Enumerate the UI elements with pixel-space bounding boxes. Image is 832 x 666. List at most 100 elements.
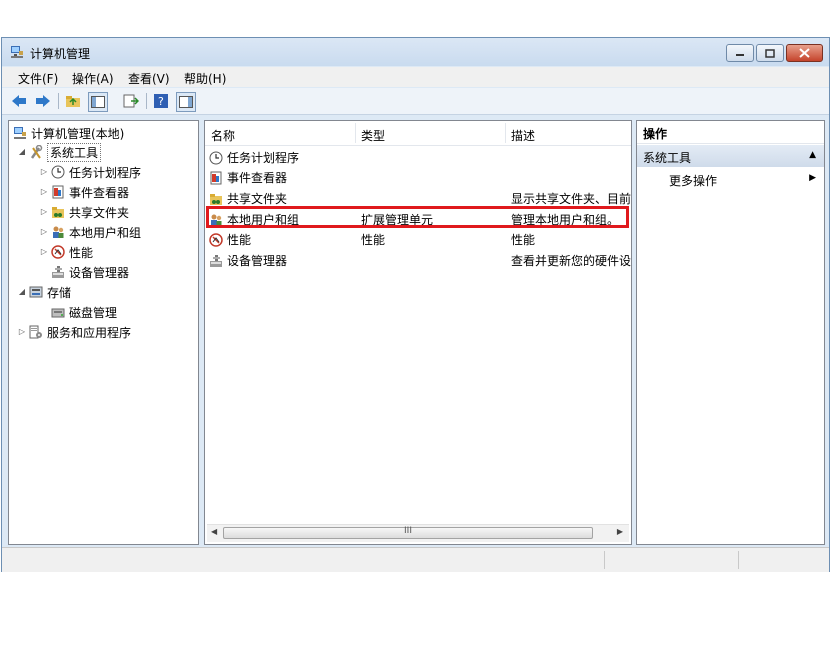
tree-item-device-manager[interactable]: 设备管理器	[51, 263, 129, 281]
scroll-thumb[interactable]: III	[223, 526, 593, 539]
menu-help[interactable]: 帮助(H)	[184, 70, 226, 87]
status-bar	[2, 547, 829, 572]
menu-view[interactable]: 查看(V)	[128, 70, 170, 87]
list-cell-name: 共享文件夹	[209, 190, 287, 207]
list-row[interactable]: 性能 性能 性能	[205, 228, 631, 248]
tree-item-performance[interactable]: ▷ 性能	[39, 243, 93, 261]
collapse-arrow-icon[interactable]: ▲	[809, 150, 816, 160]
list-row[interactable]: 事件查看器	[205, 166, 631, 186]
disk-icon	[51, 305, 65, 319]
actions-section-label: 系统工具	[643, 151, 692, 165]
show-hide-action-pane-icon[interactable]	[176, 92, 196, 112]
tree-item-label: 计算机管理(本地)	[31, 126, 125, 141]
tree-item-services-apps[interactable]: ▷ 服务和应用程序	[17, 323, 131, 341]
menu-bar: 文件(F) 操作(A) 查看(V) 帮助(H)	[2, 67, 829, 87]
actions-section-header[interactable]: 系统工具 ▲	[637, 145, 824, 167]
column-header-description[interactable]: 描述	[511, 127, 535, 144]
list-header: 名称 类型 描述	[205, 121, 631, 146]
tree-item-label: 本地用户和组	[69, 225, 142, 240]
tree-item-shared-folders[interactable]: ▷ 共享文件夹	[39, 203, 129, 221]
highlight-box	[206, 206, 629, 228]
more-actions-label: 更多操作	[669, 174, 718, 188]
tree-item-event-viewer[interactable]: ▷ 事件查看器	[39, 183, 129, 201]
collapsed-triangle-icon[interactable]: ▷	[39, 247, 49, 257]
column-divider[interactable]	[505, 123, 506, 143]
clock-icon	[51, 165, 65, 179]
list-cell-name: 设备管理器	[209, 252, 287, 269]
scroll-right-arrow-icon[interactable]: ▶	[617, 527, 623, 536]
list-cell-name: 事件查看器	[209, 169, 287, 186]
minimize-button[interactable]	[726, 44, 754, 62]
forward-arrow-icon[interactable]	[34, 92, 52, 110]
tree-item-local-users-groups[interactable]: ▷ 本地用户和组	[39, 223, 141, 241]
collapsed-triangle-icon[interactable]: ▷	[39, 207, 49, 217]
more-actions-item[interactable]: 更多操作 ▶	[637, 169, 824, 189]
list-item-name: 性能	[227, 233, 252, 247]
actions-title: 操作	[637, 121, 824, 144]
tree-item-task-scheduler[interactable]: ▷ 任务计划程序	[39, 163, 141, 181]
device-manager-icon	[209, 254, 223, 268]
scroll-left-arrow-icon[interactable]: ◀	[211, 527, 217, 536]
expanded-triangle-icon[interactable]: ◢	[17, 147, 27, 157]
column-header-type[interactable]: 类型	[361, 127, 385, 144]
computer-management-icon	[10, 45, 24, 59]
title-bar[interactable]: 计算机管理	[2, 38, 829, 66]
tree-item-label: 性能	[69, 245, 94, 260]
list-item-name: 事件查看器	[227, 171, 288, 185]
collapsed-triangle-icon[interactable]: ▷	[39, 187, 49, 197]
column-header-name[interactable]: 名称	[211, 127, 235, 144]
tree-item-label: 任务计划程序	[69, 165, 142, 180]
list-row[interactable]: 设备管理器 查看并更新您的硬件设	[205, 249, 631, 269]
list-item-description: 显示共享文件夹、目前	[511, 192, 631, 206]
list-item-name: 共享文件夹	[227, 192, 288, 206]
actions-title-text: 操作	[643, 127, 668, 141]
maximize-button[interactable]	[756, 44, 784, 62]
list-item-type: 性能	[361, 233, 386, 247]
show-hide-tree-icon[interactable]	[88, 92, 108, 112]
tree-item-storage[interactable]: ◢ 存储	[17, 283, 71, 301]
performance-icon	[51, 245, 65, 259]
window-title: 计算机管理	[30, 47, 91, 61]
services-icon	[29, 325, 43, 339]
expanded-triangle-icon[interactable]: ◢	[17, 287, 27, 297]
menu-action[interactable]: 操作(A)	[72, 70, 114, 87]
tree-item-root[interactable]: 计算机管理(本地)	[13, 124, 124, 142]
list-item-description: 查看并更新您的硬件设	[511, 254, 631, 268]
scroll-thumb-grip: III	[404, 526, 412, 536]
event-viewer-icon	[51, 185, 65, 199]
export-list-icon[interactable]	[122, 92, 140, 110]
close-icon	[787, 45, 822, 61]
tree-item-label: 系统工具	[47, 142, 102, 162]
storage-icon	[29, 285, 43, 299]
users-group-icon	[51, 225, 65, 239]
tree-item-label: 磁盘管理	[69, 305, 118, 320]
tree-item-label: 事件查看器	[69, 185, 130, 200]
tree-item-label: 共享文件夹	[69, 205, 130, 220]
svg-text:?: ?	[158, 95, 164, 108]
tree-item-disk-management[interactable]: 磁盘管理	[51, 303, 117, 321]
collapsed-triangle-icon[interactable]: ▷	[17, 327, 27, 337]
performance-icon	[209, 232, 223, 247]
back-arrow-icon[interactable]	[10, 92, 28, 110]
clock-icon	[209, 151, 223, 165]
status-divider	[738, 551, 739, 569]
maximize-icon	[757, 45, 783, 61]
tools-icon	[29, 144, 43, 159]
list-row[interactable]: 任务计划程序	[205, 146, 631, 166]
close-button[interactable]	[786, 44, 823, 62]
tree-item-label: 存储	[47, 285, 72, 300]
shared-folder-icon	[209, 192, 223, 206]
details-list: 名称 类型 描述 任务计划程序 事件查看器 共享文件夹 显示共享文件夹、目前 本…	[204, 120, 632, 545]
column-divider[interactable]	[355, 123, 356, 143]
submenu-arrow-icon: ▶	[809, 173, 816, 183]
toolbar-divider	[58, 93, 59, 109]
toolbar: ?	[2, 88, 829, 115]
collapsed-triangle-icon[interactable]: ▷	[39, 167, 49, 177]
tree-item-system-tools[interactable]: ◢ 系统工具	[17, 142, 102, 162]
up-folder-icon[interactable]	[64, 92, 82, 110]
list-row[interactable]: 共享文件夹 显示共享文件夹、目前	[205, 187, 631, 207]
collapsed-triangle-icon[interactable]: ▷	[39, 227, 49, 237]
horizontal-scrollbar[interactable]: ◀ III ▶	[207, 524, 629, 542]
menu-file[interactable]: 文件(F)	[18, 70, 58, 87]
help-icon[interactable]: ?	[152, 92, 170, 110]
